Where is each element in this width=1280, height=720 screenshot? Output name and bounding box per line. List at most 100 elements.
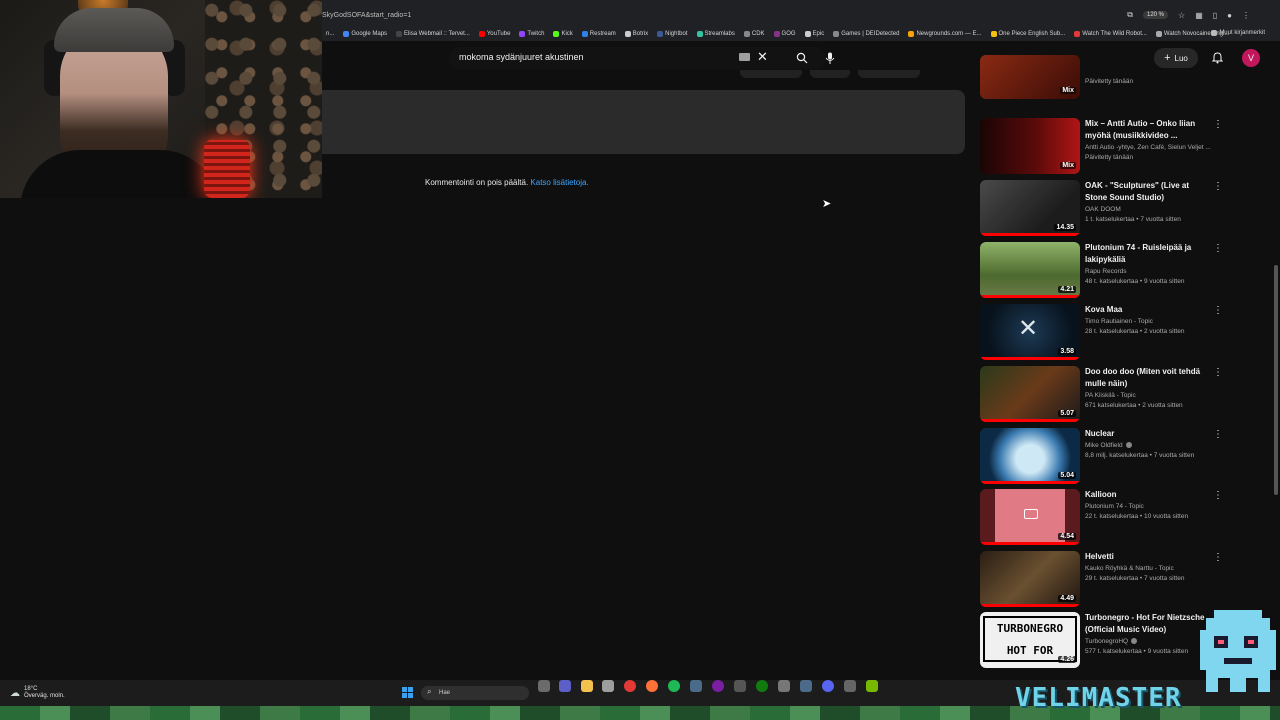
bookmark-item[interactable]: YouTube: [478, 31, 510, 37]
recommendation-item[interactable]: 4.21 Plutonium 74 - Ruisleipää ja lakipy…: [980, 242, 1226, 300]
action-chip[interactable]: [740, 70, 802, 78]
star-icon[interactable]: ☆: [1178, 11, 1185, 20]
address-bar[interactable]: SkyGodSOFA&start_radio=1: [322, 12, 411, 19]
video-thumbnail[interactable]: 4.21: [980, 242, 1080, 298]
zoom-badge[interactable]: 120 %: [1143, 11, 1169, 19]
video-title[interactable]: Kallioon: [1085, 489, 1211, 501]
video-title[interactable]: Plutonium 74 - Ruisleipää ja lakipykäliä: [1085, 242, 1211, 266]
app-icon[interactable]: [866, 680, 878, 692]
bookmark-item[interactable]: Google Maps: [343, 31, 387, 37]
teams-icon[interactable]: [559, 680, 571, 692]
bookmark-item[interactable]: Streamlabs: [696, 31, 735, 37]
more-options-icon[interactable]: ⋮: [1213, 491, 1223, 501]
description-panel[interactable]: [322, 90, 965, 154]
more-options-icon[interactable]: ⋮: [1213, 553, 1223, 563]
action-chip[interactable]: [810, 70, 850, 78]
sidebar-icon[interactable]: ▯: [1213, 11, 1217, 20]
video-thumbnail[interactable]: 5.07: [980, 366, 1080, 422]
more-options-icon[interactable]: ⋮: [1213, 306, 1223, 316]
recommendation-item[interactable]: TURBONEGROHOT FOR NIETZSCHE 4.26 Turbone…: [980, 612, 1226, 670]
bookmark-item[interactable]: Newgrounds.com — E...: [908, 31, 982, 37]
video-title[interactable]: Doo doo doo (Miten voit tehdä mulle näin…: [1085, 366, 1211, 390]
channel-name[interactable]: Mike Oldfield: [1085, 442, 1211, 449]
more-options-icon[interactable]: ⋮: [1213, 244, 1223, 254]
bookmark-item[interactable]: Nightbot: [657, 31, 688, 37]
channel-name[interactable]: Kauko Röyhkä & Narttu - Topic: [1085, 565, 1211, 572]
bookmark-item[interactable]: GOG: [773, 31, 796, 37]
spotify-icon[interactable]: [668, 680, 680, 692]
file-explorer-icon[interactable]: [581, 680, 593, 692]
recommendation-item[interactable]: 5.07 Doo doo doo (Miten voit tehdä mulle…: [980, 366, 1226, 424]
video-thumbnail[interactable]: 14.35: [980, 180, 1080, 236]
settings-icon[interactable]: [778, 680, 790, 692]
video-title[interactable]: Nuclear: [1085, 428, 1211, 440]
taskbar-search[interactable]: ⌕ Hae: [421, 686, 529, 700]
bookmark-overflow[interactable]: n...: [326, 31, 334, 37]
video-thumbnail[interactable]: ✕ 3.58: [980, 304, 1080, 360]
bookmark-item[interactable]: Restream: [581, 31, 616, 37]
action-chip[interactable]: [858, 70, 920, 78]
more-options-icon[interactable]: ⋮: [1213, 120, 1223, 130]
store-icon[interactable]: [602, 680, 614, 692]
profile-icon[interactable]: ●: [1227, 11, 1232, 20]
channel-name[interactable]: TurbonegroHQ: [1085, 638, 1211, 645]
translate-icon[interactable]: ⧉: [1127, 10, 1133, 20]
search-input[interactable]: mokoma sydänjuuret akustinen ✕: [449, 47, 801, 69]
app-icon[interactable]: [844, 680, 856, 692]
video-title[interactable]: OAK - "Sculptures" (Live at Stone Sound …: [1085, 180, 1211, 204]
video-title[interactable]: Kova Maa: [1085, 304, 1211, 316]
start-button[interactable]: [402, 687, 413, 698]
xbox-icon[interactable]: [756, 680, 768, 692]
menu-icon[interactable]: ⋮: [1242, 11, 1250, 20]
app-icon[interactable]: [800, 680, 812, 692]
video-thumbnail[interactable]: 5.04: [980, 428, 1080, 484]
steam-icon[interactable]: [690, 680, 702, 692]
more-options-icon[interactable]: ⋮: [1213, 430, 1223, 440]
recommendation-item[interactable]: Mix Mix – Antti Autio – Onko liian myöhä…: [980, 118, 1226, 176]
video-title[interactable]: Mix – Antti Autio – Onko liian myöhä (mu…: [1085, 118, 1211, 142]
video-title[interactable]: Helvetti: [1085, 551, 1211, 563]
firefox-icon[interactable]: [646, 680, 658, 692]
task-view-icon[interactable]: [538, 680, 550, 692]
app-icon[interactable]: [734, 680, 746, 692]
bookmark-item[interactable]: Kick: [553, 31, 573, 37]
channel-name[interactable]: Timo Rautiainen - Topic: [1085, 318, 1211, 325]
channel-name[interactable]: PA Kiiskilä - Topic: [1085, 392, 1211, 399]
bookmark-item[interactable]: Elisa Webmail :: Tervet...: [396, 31, 470, 37]
recommendation-item[interactable]: Mix Päivitetty tänään: [980, 55, 1226, 103]
voice-search-button[interactable]: [818, 46, 842, 70]
bookmark-item[interactable]: Botrix: [624, 31, 648, 37]
page-scrollbar[interactable]: [1274, 265, 1278, 495]
video-thumbnail[interactable]: Mix: [980, 55, 1080, 99]
search-query[interactable]: mokoma sydänjuuret akustinen: [459, 52, 584, 62]
channel-name[interactable]: Antti Autio -yhtye, Zen Café, Sielun Vel…: [1085, 144, 1211, 151]
bookmark-item[interactable]: Epic: [804, 31, 824, 37]
close-icon[interactable]: ✕: [757, 49, 768, 65]
channel-name-text[interactable]: TurbonegroHQ: [1085, 638, 1128, 645]
recommendation-item[interactable]: 4.54 Kallioon Plutonium 74 - Topic 22 t.…: [980, 489, 1226, 547]
more-options-icon[interactable]: ⋮: [1213, 368, 1223, 378]
bookmark-item[interactable]: Watch The Wild Robot...: [1074, 31, 1147, 37]
channel-name[interactable]: Rapu Records: [1085, 268, 1211, 275]
video-thumbnail[interactable]: Mix: [980, 118, 1080, 174]
learn-more-link[interactable]: Katso lisätietoja.: [530, 178, 588, 187]
video-thumbnail[interactable]: 4.49: [980, 551, 1080, 607]
keyboard-icon[interactable]: [739, 53, 750, 61]
recommendation-item[interactable]: 14.35 OAK - "Sculptures" (Live at Stone …: [980, 180, 1226, 238]
obs-icon[interactable]: [712, 680, 724, 692]
bookmark-item[interactable]: Games | DEIDetected: [833, 31, 899, 37]
other-bookmarks[interactable]: Muut kirjanmerkit: [1211, 30, 1265, 36]
weather-widget[interactable]: ☁ 18°C Överväg. moln.: [10, 686, 65, 700]
video-thumbnail[interactable]: 4.54: [980, 489, 1080, 545]
video-title[interactable]: Turbonegro - Hot For Nietzsche (Official…: [1085, 612, 1211, 636]
bookmark-item[interactable]: CDK: [743, 31, 765, 37]
recommendation-item[interactable]: ✕ 3.58 Kova Maa Timo Rautiainen - Topic …: [980, 304, 1226, 362]
chrome-icon[interactable]: [624, 680, 636, 692]
channel-name[interactable]: Plutonium 74 - Topic: [1085, 503, 1211, 510]
channel-name[interactable]: OAK DOOM: [1085, 206, 1211, 213]
channel-name-text[interactable]: Mike Oldfield: [1085, 442, 1123, 449]
discord-icon[interactable]: [822, 680, 834, 692]
bookmark-item[interactable]: One Piece English Sub...: [990, 31, 1065, 37]
recommendation-item[interactable]: 5.04 Nuclear Mike Oldfield 8,8 milj. kat…: [980, 428, 1226, 486]
more-options-icon[interactable]: ⋮: [1213, 182, 1223, 192]
